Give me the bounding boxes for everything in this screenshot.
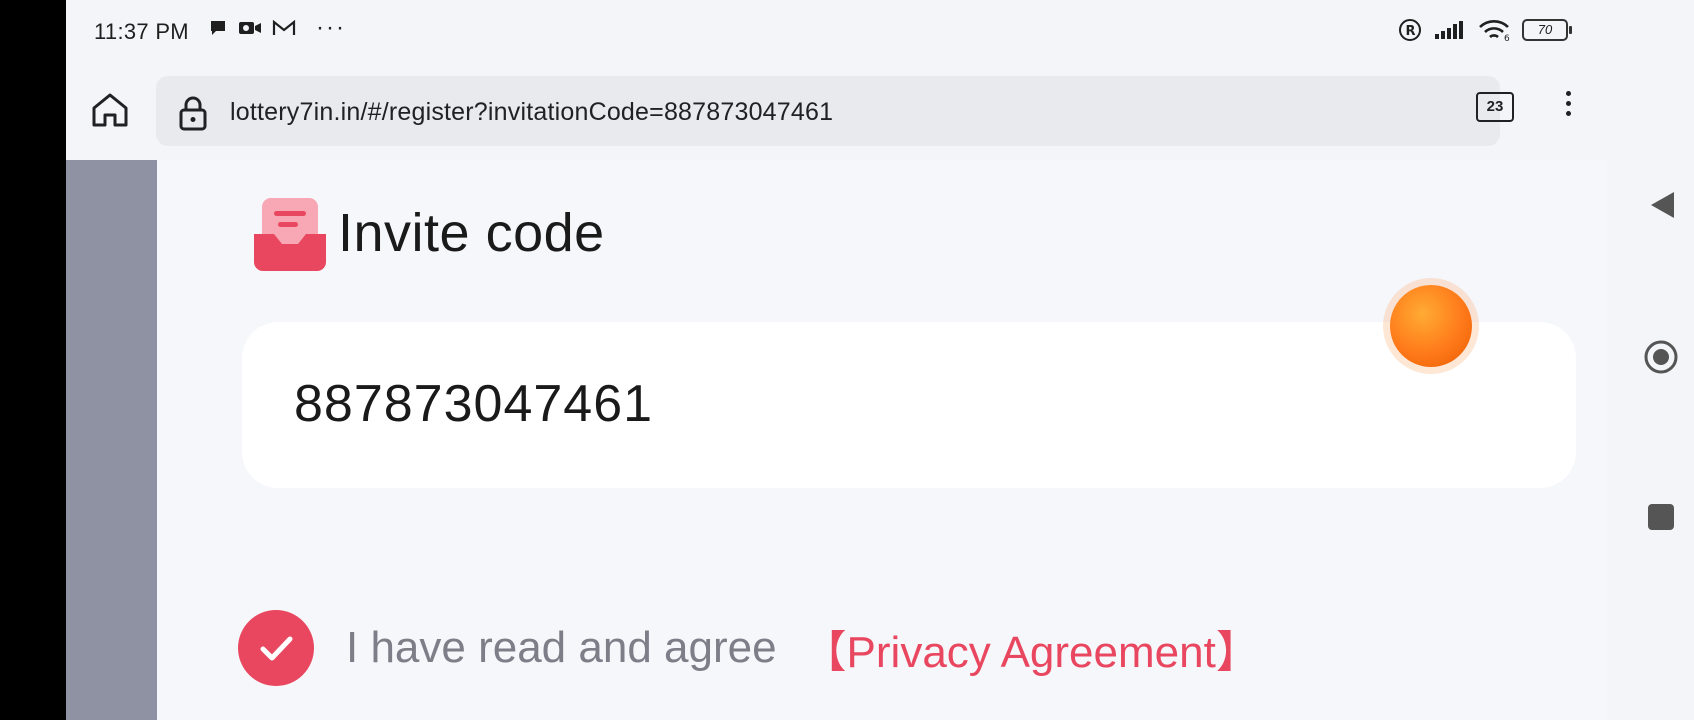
check-icon (260, 636, 293, 661)
signal-icon (1435, 21, 1463, 39)
video-icon (239, 22, 261, 34)
svg-text:6: 6 (1504, 34, 1510, 42)
status-notification-icons (208, 18, 296, 38)
back-icon[interactable] (1648, 190, 1676, 220)
wifi-icon: 6 (1479, 20, 1510, 42)
invite-code-icon (254, 198, 326, 271)
agree-checkbox[interactable] (238, 610, 314, 686)
gmail-icon (272, 19, 296, 35)
invite-code-header: Invite code (252, 194, 605, 272)
lock-icon[interactable] (178, 95, 208, 131)
address-bar[interactable]: lottery7in.in/#/register?invitationCode=… (156, 76, 1500, 146)
recents-icon[interactable] (1648, 504, 1674, 530)
overflow-menu-icon[interactable] (1562, 86, 1574, 130)
status-time: 11:37 PM (94, 19, 189, 44)
status-system-icons: R 6 70 (1398, 18, 1572, 42)
invite-code-input[interactable]: 887873047461 (242, 322, 1576, 488)
invite-code-title: Invite code (338, 203, 605, 263)
url-text[interactable]: lottery7in.in/#/register?invitationCode=… (230, 98, 833, 127)
system-nav-bar (1606, 160, 1694, 720)
battery-icon: 70 (1522, 19, 1572, 41)
status-more-dots: ··· (316, 14, 346, 41)
agree-text: I have read and agree (346, 623, 777, 672)
privacy-agreement-row: I have read and agree 【Privacy Agreement… (238, 610, 1260, 686)
home-nav-icon[interactable] (1644, 340, 1678, 374)
privacy-agreement-link[interactable]: 【Privacy Agreement】 (803, 616, 1260, 680)
floating-assistant-ball[interactable] (1390, 285, 1472, 367)
page-left-overlay (66, 160, 157, 720)
home-icon[interactable] (88, 88, 132, 132)
device-screen: 11:37 PM ··· R 6 70 lottery7in.in/#/regi… (66, 0, 1694, 720)
chat-icon (211, 21, 225, 35)
invite-code-value[interactable]: 887873047461 (294, 374, 653, 434)
tab-count-button[interactable]: 23 (1476, 92, 1514, 122)
browser-toolbar: lottery7in.in/#/register?invitationCode=… (66, 64, 1694, 160)
svg-text:R: R (1406, 24, 1416, 39)
status-bar: 11:37 PM ··· R 6 70 (66, 0, 1694, 64)
register-page: Invite code 887873047461 I have read and… (66, 160, 1606, 720)
registered-icon: R (1399, 19, 1421, 41)
